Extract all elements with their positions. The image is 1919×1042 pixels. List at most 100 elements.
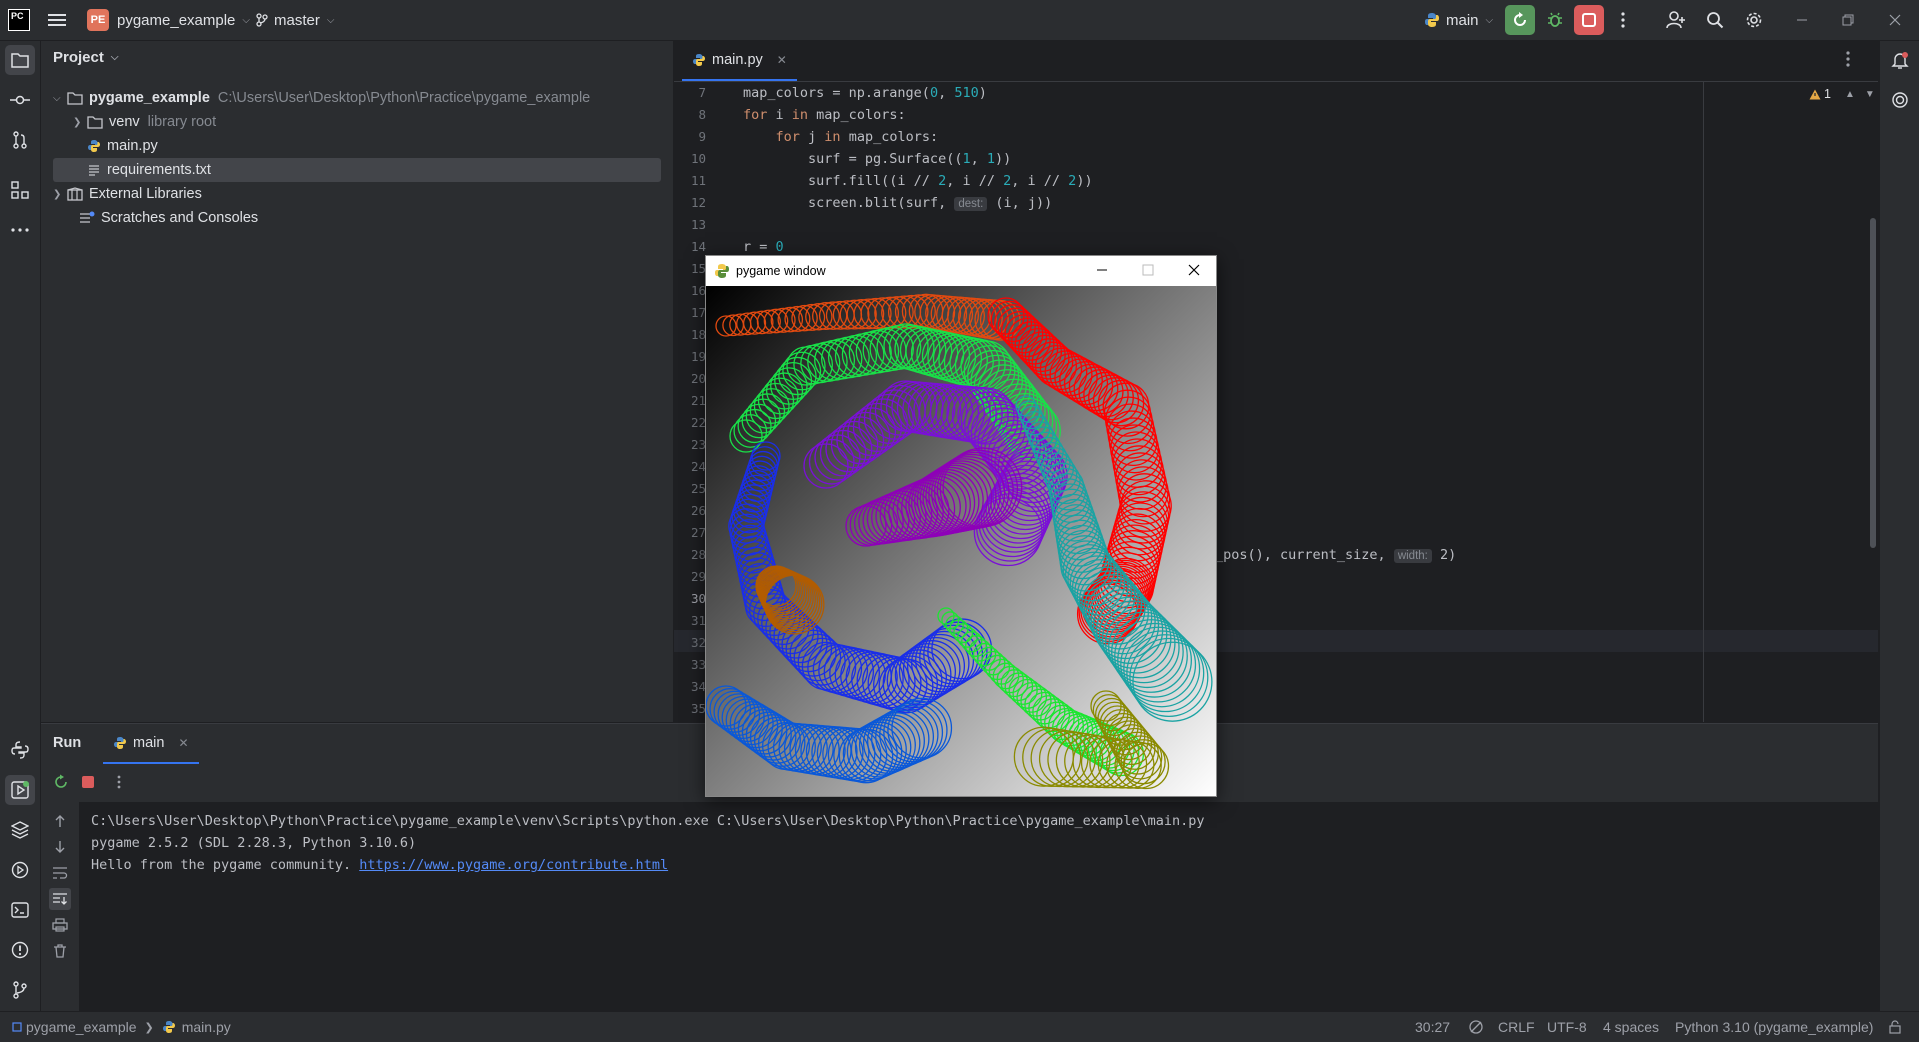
line-number: 35 <box>690 701 706 716</box>
run-tool-icon[interactable] <box>5 775 35 805</box>
line-number: 8 <box>698 107 706 122</box>
git-icon[interactable] <box>5 975 35 1005</box>
terminal-icon[interactable] <box>5 895 35 925</box>
pull-requests-icon[interactable] <box>5 125 35 155</box>
library-icon <box>67 187 83 201</box>
line-number: 16 <box>690 283 706 298</box>
pygame-canvas[interactable] <box>706 286 1216 796</box>
trash-icon[interactable] <box>49 940 71 962</box>
run-config-selector[interactable]: main ⌵ <box>1424 0 1493 40</box>
left-tool-strip <box>0 41 41 1011</box>
python-interpreter[interactable]: Python 3.10 (pygame_example) <box>1675 1012 1873 1042</box>
file-encoding[interactable]: UTF-8 <box>1547 1012 1587 1042</box>
module-icon <box>12 1022 22 1032</box>
close-tab-icon[interactable]: ✕ <box>777 53 787 67</box>
right-tool-strip <box>1879 41 1919 1011</box>
line-number: 30 <box>690 591 706 606</box>
search-icon[interactable] <box>1700 5 1730 35</box>
branch-switcher[interactable]: master ⌵ <box>256 0 334 40</box>
code-line-12: screen.blit(surf, dest: (i, j)) <box>808 195 1053 211</box>
ai-assistant-icon[interactable] <box>1885 85 1915 115</box>
add-user-icon[interactable] <box>1661 5 1691 35</box>
tree-item-requirements[interactable]: requirements.txt <box>53 158 661 182</box>
project-panel-title[interactable]: Project ⌵ <box>53 49 118 66</box>
line-number: 25 <box>690 481 706 496</box>
stop-icon[interactable] <box>81 775 95 789</box>
arrow-down-icon[interactable] <box>49 836 71 858</box>
line-number: 28 <box>690 547 706 562</box>
warning-icon <box>1809 89 1821 100</box>
close-window-icon[interactable] <box>1880 5 1910 35</box>
python-packages-icon[interactable] <box>5 735 35 765</box>
settings-gear-icon[interactable] <box>1739 5 1769 35</box>
scroll-to-end-icon[interactable] <box>49 888 71 910</box>
stop-button[interactable] <box>1574 5 1604 35</box>
tree-item-main-py[interactable]: main.py <box>53 134 661 158</box>
project-name: pygame_example <box>117 11 236 29</box>
debug-button[interactable] <box>1540 5 1570 35</box>
no-highlight-icon[interactable] <box>1468 1012 1484 1042</box>
rerun-button[interactable] <box>1505 5 1535 35</box>
chevron-down-icon[interactable]: ▼ <box>1865 89 1875 100</box>
line-number: 31 <box>690 613 706 628</box>
contribute-link[interactable]: https://www.pygame.org/contribute.html <box>359 857 668 873</box>
close-tab-icon[interactable]: ✕ <box>178 736 188 750</box>
python-icon <box>1424 12 1440 28</box>
soft-wrap-icon[interactable] <box>49 862 71 884</box>
more-options-icon[interactable] <box>117 775 121 789</box>
main-menu-icon[interactable] <box>48 0 66 40</box>
chevron-up-icon[interactable]: ▲ <box>1845 89 1855 100</box>
structure-icon[interactable] <box>5 175 35 205</box>
code-line-11: surf.fill((i // 2, i // 2, i // 2)) <box>743 173 1093 189</box>
notifications-bell-icon[interactable] <box>1885 45 1915 75</box>
tree-item-venv[interactable]: ❯ venv library root <box>53 110 661 134</box>
more-tools-icon[interactable] <box>5 215 35 245</box>
line-number: 24 <box>690 459 706 474</box>
minimize-window-icon[interactable] <box>1096 264 1108 276</box>
more-actions-icon[interactable] <box>1608 5 1638 35</box>
tree-item-external-libraries[interactable]: ❯ External Libraries <box>53 182 661 206</box>
caret-position[interactable]: 30:27 <box>1415 1012 1450 1042</box>
line-number: 13 <box>690 217 706 232</box>
line-separator[interactable]: CRLF <box>1498 1012 1535 1042</box>
chevron-right-icon: ❯ <box>53 188 62 200</box>
problems-icon[interactable] <box>5 935 35 965</box>
line-number: 27 <box>690 525 706 540</box>
pygame-window[interactable]: pygame window <box>705 255 1217 797</box>
pygame-window-titlebar[interactable]: pygame window <box>706 256 1216 286</box>
tab-main-py[interactable]: main.py ✕ <box>682 41 797 81</box>
services-icon[interactable] <box>5 855 35 885</box>
run-tab-main[interactable]: main ✕ <box>103 724 199 764</box>
line-number: 14 <box>690 239 706 254</box>
arrow-up-icon[interactable] <box>49 810 71 832</box>
python-file-icon <box>87 139 101 153</box>
project-folder-icon[interactable] <box>5 45 35 75</box>
close-window-icon[interactable] <box>1188 264 1200 276</box>
rerun-icon[interactable] <box>53 774 69 790</box>
console-line: Hello from the pygame community. https:/… <box>91 857 669 873</box>
tree-item-scratches[interactable]: Scratches and Consoles <box>53 206 661 230</box>
breadcrumb-project[interactable]: pygame_example <box>26 1019 137 1035</box>
line-number: 18 <box>690 327 706 342</box>
editor-scrollbar[interactable] <box>1870 218 1876 548</box>
indent-setting[interactable]: 4 spaces <box>1603 1012 1659 1042</box>
run-panel-title: Run <box>53 735 82 751</box>
line-number: 23 <box>690 437 706 452</box>
editor-more-icon[interactable] <box>1846 51 1850 67</box>
maximize-window-icon[interactable] <box>1142 264 1154 276</box>
inspection-widget[interactable]: 1 ▲ ▼ <box>1809 87 1875 101</box>
python-file-icon <box>162 1020 176 1034</box>
restore-window-icon[interactable] <box>1833 5 1863 35</box>
tree-item-pygame-example[interactable]: ⌵ pygame_example C:\Users\User\Desktop\P… <box>53 86 661 110</box>
lock-icon[interactable] <box>1888 1012 1902 1042</box>
commit-icon[interactable] <box>5 85 35 115</box>
breadcrumb-file[interactable]: main.py <box>182 1019 231 1035</box>
layers-icon[interactable] <box>5 815 35 845</box>
code-line-8: for i in map_colors: <box>743 107 906 123</box>
title-bar: PC PE pygame_example ⌵ master ⌵ main ⌵ <box>0 0 1919 41</box>
print-icon[interactable] <box>49 914 71 936</box>
chevron-right-icon: ❯ <box>144 1021 154 1034</box>
project-switcher[interactable]: PE pygame_example ⌵ <box>87 0 250 40</box>
minimize-window-icon[interactable] <box>1787 5 1817 35</box>
run-config-name: main <box>1446 11 1479 29</box>
